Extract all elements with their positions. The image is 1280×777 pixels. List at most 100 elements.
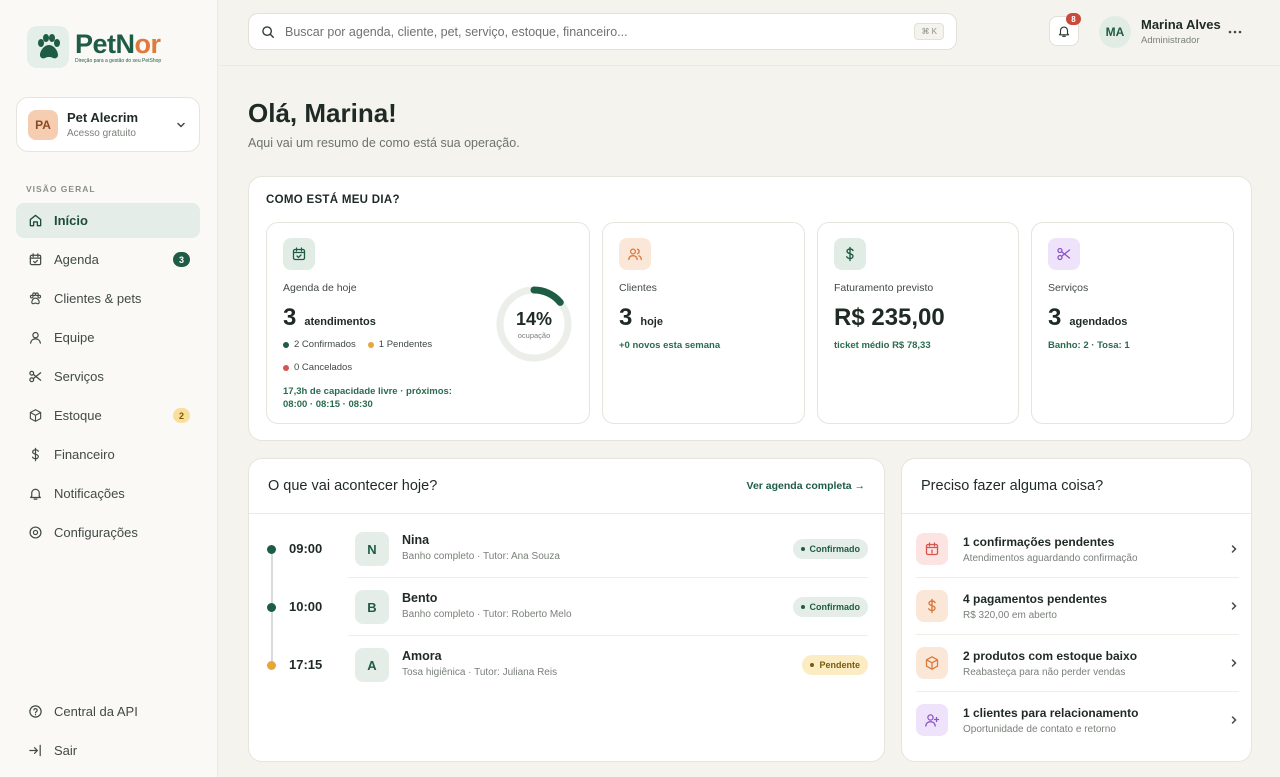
todo-title: 4 pagamentos pendentes [963, 592, 1108, 606]
todo-subtitle: Reabasteça para não perder vendas [963, 667, 1126, 678]
sidebar-item-label: Agenda [54, 252, 99, 267]
user-plus-icon [916, 704, 948, 736]
sidebar-item-api[interactable]: Central da API [16, 694, 200, 729]
store-plan: Acesso gratuito [67, 128, 136, 139]
stat-label: Clientes [619, 282, 657, 294]
todo-title: 1 confirmações pendentes [963, 535, 1115, 549]
calendar-check-icon [283, 238, 315, 270]
view-full-agenda-link[interactable]: Ver agenda completa → [747, 480, 865, 492]
pet-name: Nina [402, 533, 430, 547]
revenue-stat-card[interactable]: Faturamento previsto R$ 235,00 ticket mé… [817, 222, 1019, 424]
todo-item-low-stock[interactable]: 2 produtos com estoque baixo Reabasteça … [916, 635, 1239, 692]
stat-note: +0 novos esta semana [619, 340, 721, 351]
sidebar-item-inicio[interactable]: Início [16, 203, 200, 238]
box-icon [26, 407, 44, 425]
sidebar-item-configuracoes[interactable]: Configurações [16, 515, 200, 550]
occupancy-percent: 14% [515, 308, 553, 329]
chevron-right-icon [1229, 714, 1239, 726]
store-avatar: PA [28, 109, 58, 140]
todo-subtitle: Oportunidade de contato e retorno [963, 724, 1116, 735]
status-badge: Confirmado [792, 539, 868, 559]
paw-icon [26, 290, 44, 308]
list-item[interactable]: 09:00 N Nina Banho completo · Tutor: Ana… [249, 520, 886, 578]
sidebar-item-notificacoes[interactable]: Notificações [16, 476, 200, 511]
status-dot [267, 545, 276, 554]
more-options-icon[interactable] [1227, 24, 1243, 40]
sidebar-item-sair[interactable]: Sair [16, 733, 200, 768]
page-title: Olá, Marina! [248, 98, 397, 128]
confirmed-count: 2 Confirmados [283, 339, 356, 350]
stat-note: ticket médio R$ 78,33 [834, 340, 931, 351]
sidebar-item-label: Estoque [54, 408, 102, 423]
dollar-icon [834, 238, 866, 270]
services-stat-card[interactable]: Serviços 3 agendados Banho: 2 · Tosa: 1 [1031, 222, 1234, 424]
user-name: Marina Alves [1141, 17, 1221, 32]
bell-icon [1057, 24, 1071, 38]
day-overview-card: COMO ESTÁ MEU DIA? Agenda de hoje 3 aten… [248, 176, 1252, 441]
appointment-time: 17:15 [289, 657, 323, 672]
stat-label: Faturamento previsto [834, 282, 934, 294]
chevron-down-icon [175, 119, 187, 131]
todo-subtitle: R$ 320,00 em aberto [963, 610, 1057, 621]
logo[interactable]: PetNor Direção para a gestão do seu PetS… [27, 26, 161, 68]
list-item[interactable]: 10:00 B Bento Banho completo · Tutor: Ro… [249, 578, 886, 636]
chevron-right-icon [1229, 657, 1239, 669]
avatar[interactable]: MA [1099, 16, 1131, 48]
brand-name: PetNor [75, 28, 161, 59]
sidebar-item-estoque[interactable]: Estoque 2 [16, 398, 200, 433]
pending-count: 1 Pendentes [367, 339, 432, 350]
paw-logo-icon [27, 26, 69, 68]
stat-label: Agenda de hoje [283, 282, 357, 294]
sidebar-item-clientes[interactable]: Clientes & pets [16, 281, 200, 316]
gear-icon [26, 524, 44, 542]
todo-title: 1 clientes para relacionamento [963, 706, 1139, 720]
chevron-right-icon [1229, 543, 1239, 555]
sidebar-item-label: Sair [54, 743, 78, 758]
store-switcher[interactable]: PA Pet Alecrim Acesso gratuito [16, 97, 200, 152]
stat-unit: atendimentos [304, 316, 376, 328]
sidebar-item-servicos[interactable]: Serviços [16, 359, 200, 394]
card-title: Preciso fazer alguma coisa? [921, 478, 1104, 494]
clients-stat-card[interactable]: Clientes 3 hoje +0 novos esta semana [602, 222, 805, 424]
bell-icon [26, 485, 44, 503]
pet-avatar: B [355, 590, 389, 624]
user-icon [26, 329, 44, 347]
list-item[interactable]: 17:15 A Amora Tosa higiênica · Tutor: Ju… [249, 636, 886, 694]
users-icon [619, 238, 651, 270]
page-subtitle: Aqui vai um resumo de como está sua oper… [248, 136, 520, 150]
appointment-time: 09:00 [289, 541, 323, 556]
agenda-stat-card[interactable]: Agenda de hoje 3 atendimentos 2 Confirma… [266, 222, 590, 424]
brand-tagline: Direção para a gestão do seu PetShop [75, 57, 162, 64]
sidebar-item-financeiro[interactable]: Financeiro [16, 437, 200, 472]
stat-value: 3 [283, 304, 297, 331]
sidebar-item-agenda[interactable]: Agenda 3 [16, 242, 200, 277]
chevron-right-icon [1229, 600, 1239, 612]
topbar: ⌘ K 8 MA Marina Alves Administrador [219, 0, 1280, 66]
search-icon [261, 25, 275, 39]
sidebar-item-equipe[interactable]: Equipe [16, 320, 200, 355]
scissors-icon [26, 368, 44, 386]
sidebar-item-label: Início [54, 213, 88, 228]
sidebar-item-label: Clientes & pets [54, 291, 142, 306]
todo-item-confirmations[interactable]: 1 confirmações pendentes Atendimentos ag… [916, 521, 1239, 578]
card-title: O que vai acontecer hoje? [268, 478, 438, 494]
appointment-desc: Banho completo · Tutor: Roberto Melo [402, 609, 572, 620]
sidebar-item-label: Equipe [54, 330, 95, 345]
calendar-icon [916, 533, 948, 565]
todo-item-relationship[interactable]: 1 clientes para relacionamento Oportunid… [916, 692, 1239, 749]
search-input[interactable] [285, 24, 915, 39]
todo-subtitle: Atendimentos aguardando confirmação [963, 553, 1138, 564]
sidebar-bottom: Central da API Sair [16, 694, 200, 772]
occupancy-label: ocupação [517, 330, 551, 340]
pet-name: Amora [402, 649, 442, 663]
pet-avatar: A [355, 648, 389, 682]
sidebar-item-label: Central da API [54, 704, 138, 719]
dollar-icon [26, 446, 44, 464]
todo-item-payments[interactable]: 4 pagamentos pendentes R$ 320,00 em aber… [916, 578, 1239, 635]
home-icon [26, 212, 44, 230]
stat-note: Banho: 2 · Tosa: 1 [1048, 340, 1130, 351]
sidebar-item-label: Serviços [54, 369, 104, 384]
appointment-desc: Tosa higiênica · Tutor: Juliana Reis [402, 667, 558, 678]
stat-value: 3 [1048, 304, 1062, 331]
search-box[interactable]: ⌘ K [248, 13, 957, 50]
